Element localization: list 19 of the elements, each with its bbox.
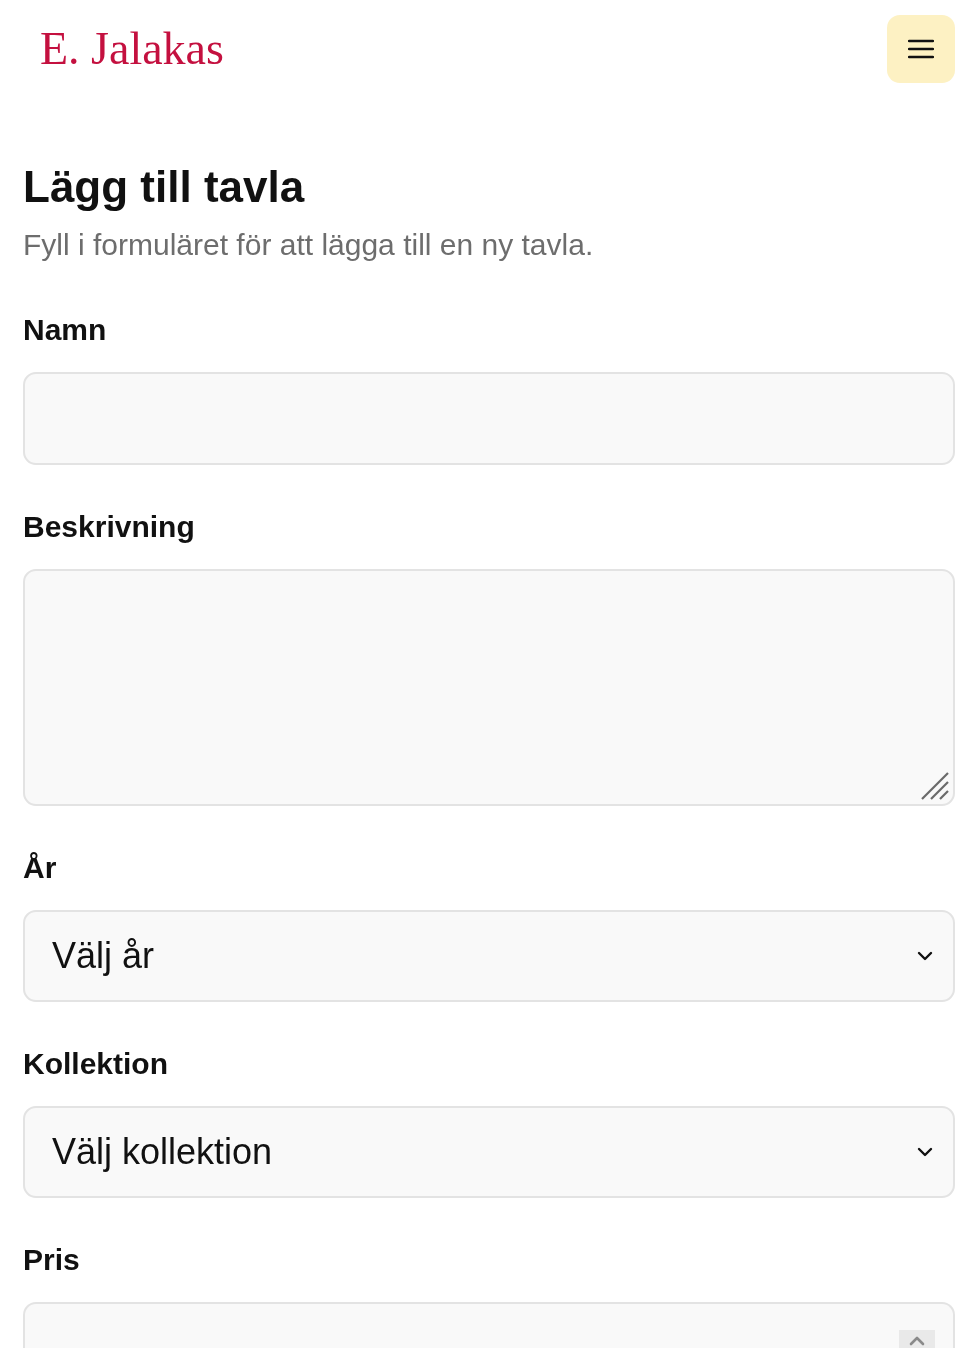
field-label: Namn (23, 313, 107, 347)
caret-icon (917, 1147, 933, 1157)
field-label: År (23, 851, 57, 885)
field-label: Beskrivning (23, 510, 195, 544)
textarea-field[interactable] (23, 569, 955, 806)
text-input[interactable] (23, 372, 955, 465)
resize-handle-icon[interactable] (921, 772, 949, 800)
page-subtitle: Fyll i formuläret för att lägga till en ny tavla. (23, 227, 595, 263)
field-label: Pris (23, 1243, 80, 1277)
number-input[interactable] (23, 1302, 955, 1348)
menu-button[interactable] (887, 15, 955, 83)
select-field[interactable]: Välj år (23, 910, 955, 1002)
page-title: Lägg till tavla (23, 163, 306, 211)
stepper-up-icon[interactable] (899, 1330, 935, 1348)
caret-icon (917, 951, 933, 961)
menu-icon (908, 39, 934, 59)
select-field[interactable]: Välj kollektion (23, 1106, 955, 1198)
field-label: Kollektion (23, 1047, 168, 1081)
logo[interactable]: E. Jalakas (40, 26, 224, 72)
